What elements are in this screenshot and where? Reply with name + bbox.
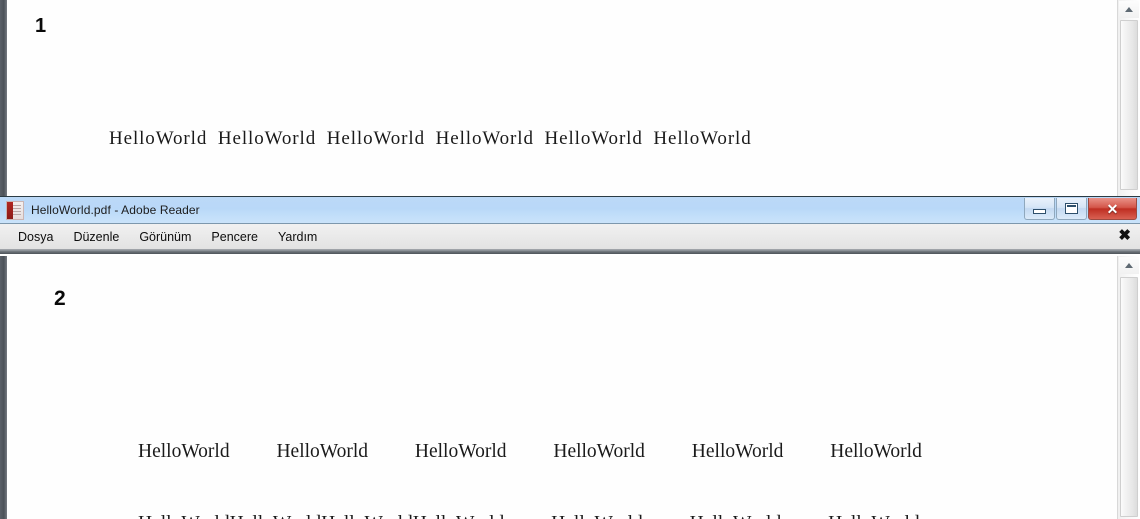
window-title-bar[interactable]: HelloWorld.pdf - Adobe Reader ✕ — [0, 196, 1140, 224]
upper-pdf-viewer-pane: 1 HelloWorld HelloWorld HelloWorld Hello… — [0, 0, 1140, 196]
menu-item-duzenle[interactable]: Düzenle — [63, 228, 129, 246]
close-icon: ✕ — [1107, 202, 1119, 216]
lower-vertical-scrollbar[interactable] — [1117, 256, 1140, 519]
lower-page-text-block: HelloWorld HelloWorld HelloWorld HelloWo… — [138, 392, 922, 519]
adobe-reader-window: HelloWorld.pdf - Adobe Reader ✕ Dosya Dü… — [0, 196, 1140, 254]
menu-bar: Dosya Düzenle Görünüm Pencere Yardım ✖ — [0, 224, 1140, 250]
upper-page-surface: 1 HelloWorld HelloWorld HelloWorld Hello… — [7, 0, 1118, 196]
minimize-icon — [1033, 209, 1046, 214]
upper-scrollbar-thumb[interactable] — [1120, 20, 1138, 190]
lower-page-surface: 2 HelloWorld HelloWorld HelloWorld Hello… — [7, 256, 1118, 519]
window-controls-group: ✕ — [1023, 198, 1137, 219]
window-title-text: HelloWorld.pdf - Adobe Reader — [31, 203, 200, 217]
window-content-top-border — [0, 250, 1140, 254]
lower-page-number-label: 2 — [54, 287, 66, 311]
upper-vertical-scrollbar[interactable] — [1117, 0, 1140, 196]
menu-item-pencere[interactable]: Pencere — [201, 228, 268, 246]
upper-text-line-1: HelloWorld HelloWorld HelloWorld HelloWo… — [109, 126, 829, 152]
minimize-button[interactable] — [1024, 198, 1055, 220]
lower-pane-left-border — [0, 256, 7, 519]
scroll-up-arrow-icon — [1125, 7, 1133, 12]
lower-scroll-up-button[interactable] — [1119, 257, 1139, 274]
maximize-button[interactable] — [1056, 198, 1087, 220]
lower-pdf-viewer-pane: 2 HelloWorld HelloWorld HelloWorld Hello… — [0, 256, 1140, 519]
close-document-icon[interactable]: ✖ — [1118, 226, 1131, 246]
menu-item-yardim[interactable]: Yardım — [268, 228, 327, 246]
upper-scroll-up-button[interactable] — [1119, 1, 1139, 18]
pdf-document-icon — [6, 201, 24, 220]
lower-text-line-2: HelloWorldHelloWorldHelloWorldHelloWorld… — [138, 512, 922, 519]
menu-item-gorunum[interactable]: Görünüm — [129, 228, 201, 246]
close-window-button[interactable]: ✕ — [1088, 198, 1137, 220]
scroll-up-arrow-icon — [1125, 263, 1133, 268]
maximize-icon — [1065, 203, 1078, 214]
upper-page-text-block: HelloWorld HelloWorld HelloWorld HelloWo… — [109, 74, 829, 196]
upper-pane-left-border — [0, 0, 7, 196]
title-bar-left-group: HelloWorld.pdf - Adobe Reader — [0, 201, 200, 220]
screen-root: 1 HelloWorld HelloWorld HelloWorld Hello… — [0, 0, 1140, 519]
lower-scrollbar-thumb[interactable] — [1120, 277, 1138, 517]
menu-item-dosya[interactable]: Dosya — [8, 228, 63, 246]
lower-text-line-1: HelloWorld HelloWorld HelloWorld HelloWo… — [138, 440, 922, 464]
upper-page-number-label: 1 — [35, 15, 46, 38]
